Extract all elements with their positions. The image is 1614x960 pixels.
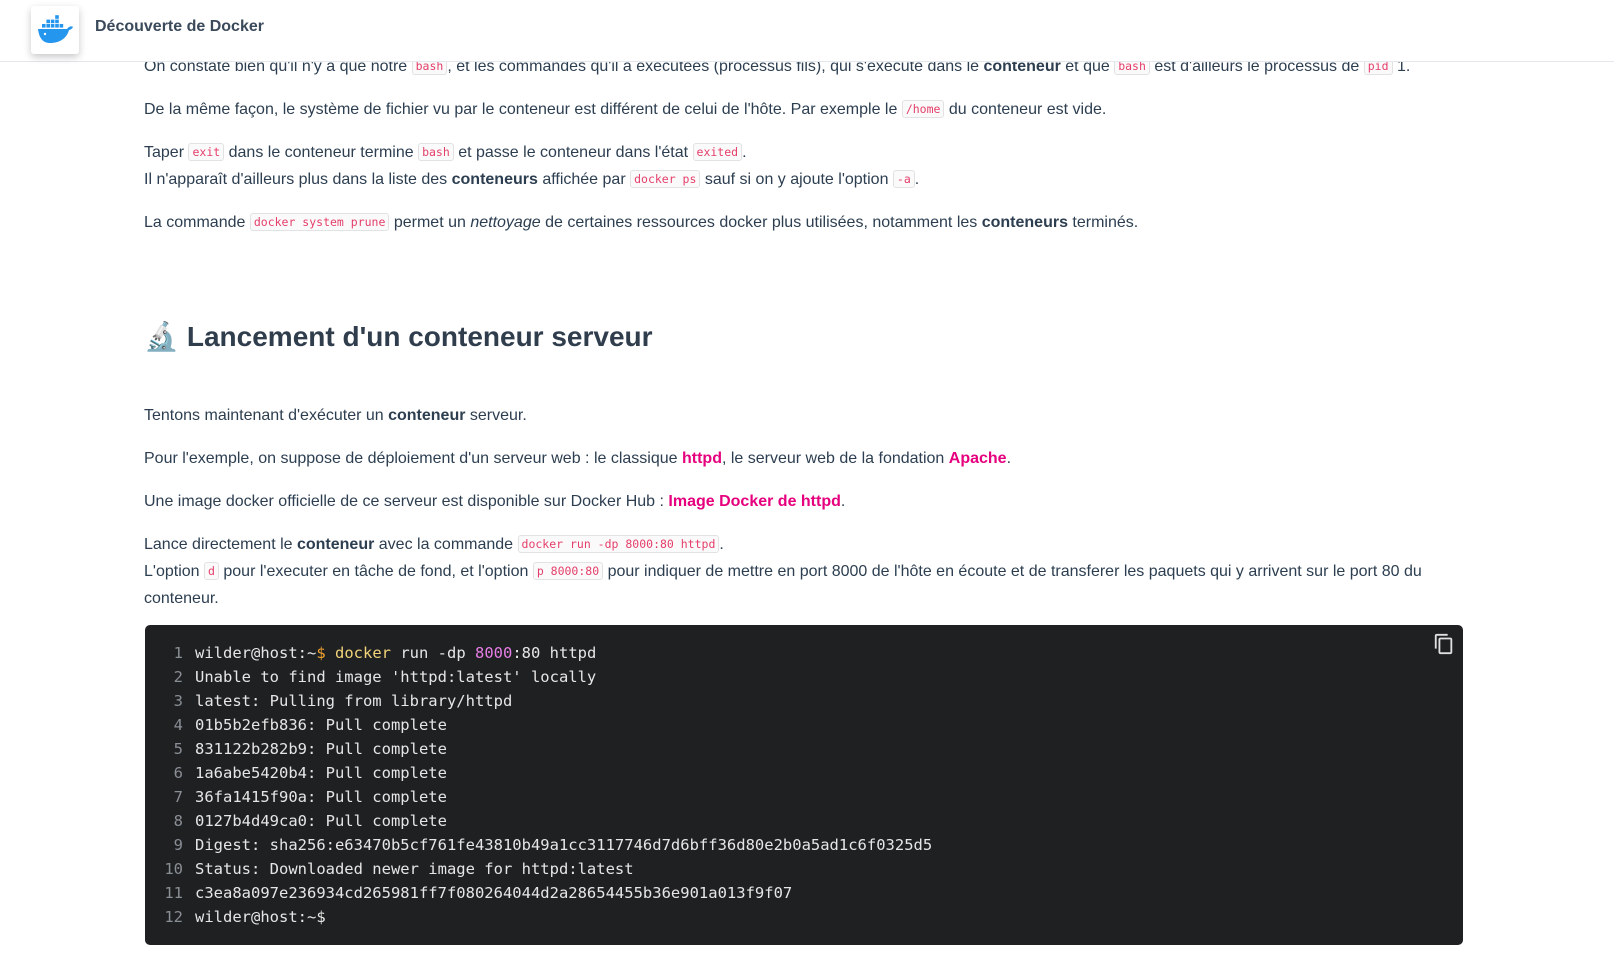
code-line: 12 wilder@host:~$ (145, 905, 1463, 929)
paragraph: Pour l'exemple, on suppose de déploiemen… (144, 450, 1012, 467)
code-text: Digest: sha256:e63470b5cf761fe43810b49a1… (195, 836, 933, 854)
microscope-icon: 🔬 (144, 321, 179, 352)
code-text: 831122b282b9: Pull complete (195, 740, 447, 758)
line-number: 7 (173, 788, 183, 806)
paragraph: Une image docker officielle de ce serveu… (144, 493, 846, 510)
paragraph: Tentons maintenant d'exécuter un contene… (144, 407, 527, 424)
line-number: 1 (173, 644, 183, 662)
inline-code: docker run -dp 8000:80 httpd (517, 535, 720, 553)
inline-code: /home (901, 100, 945, 118)
paragraph: De la même façon, le système de fichier … (144, 100, 1107, 118)
inline-code: docker system prune (249, 213, 390, 231)
code-line: 5 831122b282b9: Pull complete (145, 737, 1463, 761)
line-number: 3 (173, 692, 183, 710)
docker-whale-icon (38, 15, 73, 43)
inline-code: -a (892, 170, 915, 188)
section-heading: 🔬 Lancement d'un conteneur serveur (144, 320, 653, 353)
inline-code: d (204, 562, 219, 580)
copy-button[interactable] (1433, 633, 1455, 655)
code-text: 01b5b2efb836: Pull complete (195, 716, 447, 734)
code-line: 1 wilder@host:~$ docker run -dp 8000:80 h… (145, 641, 1463, 665)
inline-code: p 8000:80 (532, 562, 604, 580)
section-body: Tentons maintenant d'exécuter un contene… (144, 402, 1444, 612)
line-number: 8 (173, 812, 183, 830)
line-number: 9 (173, 836, 183, 854)
line-number: 10 (164, 860, 183, 878)
code-line: 6 1a6abe5420b4: Pull complete (145, 761, 1463, 785)
inline-code: bash (418, 143, 454, 161)
inline-code: docker ps (630, 170, 701, 188)
top-header: Découverte de Docker (0, 0, 1614, 62)
line-number: 11 (164, 884, 183, 902)
link-apache[interactable]: Apache (949, 450, 1007, 467)
site-title[interactable]: Découverte de Docker (95, 18, 264, 36)
code-line: 10 Status: Downloaded newer image for htt… (145, 857, 1463, 881)
paragraph: La commande docker system prune permet u… (144, 213, 1139, 231)
paragraph: Lance directement le conteneur avec la c… (144, 535, 1422, 607)
line-number: 4 (173, 716, 183, 734)
inline-code: exit (188, 143, 225, 161)
paragraph: Taper exit dans le conteneur termine bas… (144, 143, 920, 188)
code-line: 3 latest: Pulling from library/httpd (145, 689, 1463, 713)
line-number: 12 (164, 908, 183, 926)
code-lines: 2 Unable to find image 'httpd:latest' loc… (145, 665, 1463, 929)
article-intro: On constate bien qu'il n'y a que notre b… (144, 53, 1464, 236)
code-line: 8 0127b4d49ca0: Pull complete (145, 809, 1463, 833)
line-number: 6 (173, 764, 183, 782)
code-text: latest: Pulling from library/httpd (195, 692, 513, 710)
code-line: 9 Digest: sha256:e63470b5cf761fe43810b49a… (145, 833, 1463, 857)
copy-icon (1434, 633, 1453, 655)
code-text: c3ea8a097e236934cd265981ff7f080264044d2a… (195, 884, 793, 902)
code-line: 2 Unable to find image 'httpd:latest' loc… (145, 665, 1463, 689)
code-line: 4 01b5b2efb836: Pull complete (145, 713, 1463, 737)
docker-logo[interactable] (31, 6, 79, 54)
link-image-docker-httpd[interactable]: Image Docker de httpd (668, 493, 840, 510)
code-text: wilder@host:~$ (195, 908, 326, 926)
code-text: 1a6abe5420b4: Pull complete (195, 764, 447, 782)
code-line: 7 36fa1415f90a: Pull complete (145, 785, 1463, 809)
line-number: 5 (173, 740, 183, 758)
code-text: Status: Downloaded newer image for httpd… (195, 860, 634, 878)
terminal-code-block: 1 wilder@host:~$ docker run -dp 8000:80 h… (145, 625, 1463, 945)
line-number: 2 (173, 668, 183, 686)
code-text: 0127b4d49ca0: Pull complete (195, 812, 447, 830)
code-text: 36fa1415f90a: Pull complete (195, 788, 447, 806)
link-httpd[interactable]: httpd (682, 450, 722, 467)
code-text: Unable to find image 'httpd:latest' loca… (195, 668, 597, 686)
code-line: 11 c3ea8a097e236934cd265981ff7f080264044d… (145, 881, 1463, 905)
inline-code: exited (692, 143, 743, 161)
